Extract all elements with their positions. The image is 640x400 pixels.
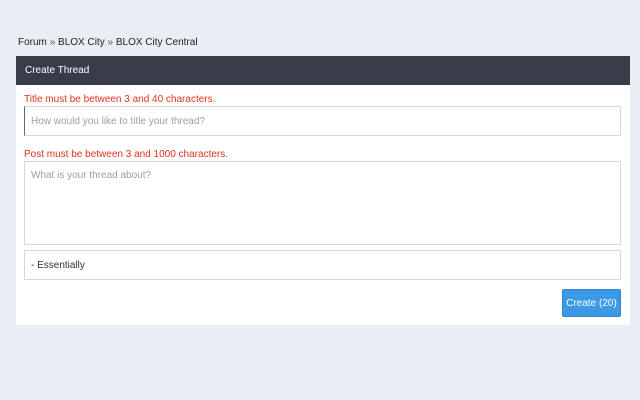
breadcrumb-forum[interactable]: Forum	[18, 37, 47, 48]
post-error-message: Post must be between 3 and 1000 characte…	[24, 149, 229, 160]
breadcrumb-blox-city[interactable]: BLOX City	[58, 37, 105, 48]
create-thread-button[interactable]: Create (20)	[562, 289, 621, 317]
panel-title: Create Thread	[16, 56, 630, 85]
breadcrumb-separator: »	[107, 37, 114, 48]
breadcrumb: Forum » BLOX City » BLOX City Central	[18, 37, 198, 48]
create-thread-panel: Create Thread Title must be between 3 an…	[16, 56, 630, 325]
title-error-message: Title must be between 3 and 40 character…	[24, 94, 216, 105]
thread-title-input[interactable]	[24, 106, 621, 136]
breadcrumb-separator: »	[49, 37, 56, 48]
signature-input[interactable]	[24, 250, 621, 280]
breadcrumb-blox-city-central[interactable]: BLOX City Central	[116, 37, 198, 48]
thread-body-textarea[interactable]	[24, 161, 621, 245]
